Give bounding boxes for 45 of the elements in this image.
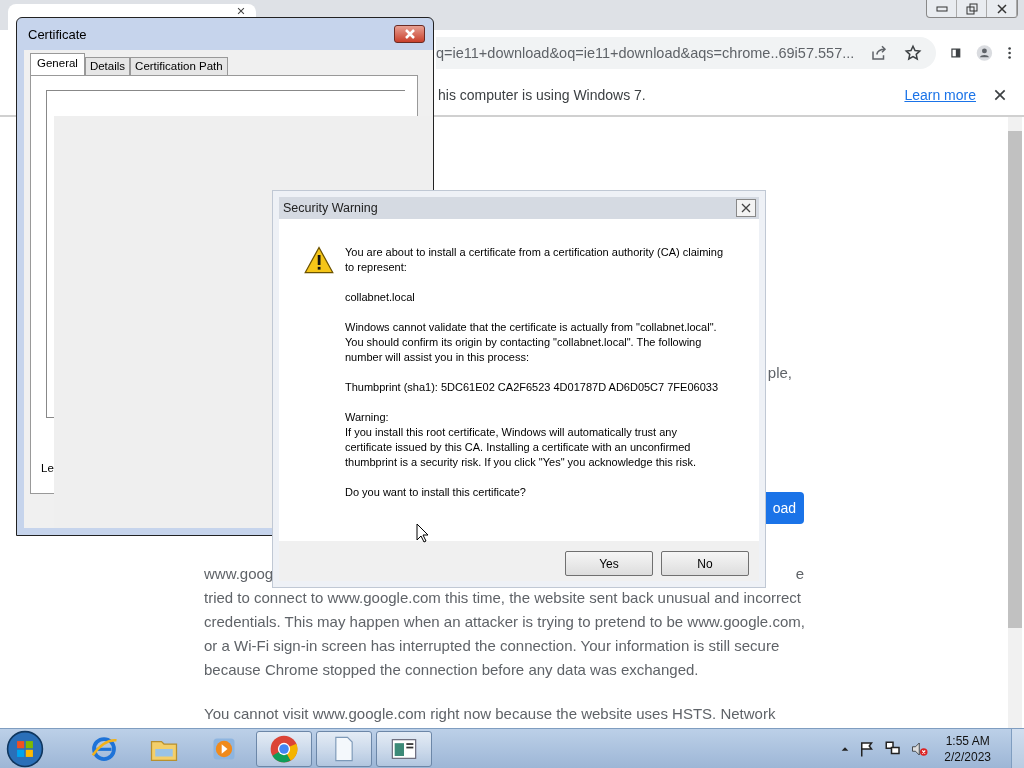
close-button[interactable] <box>394 25 425 43</box>
body-text: because Chrome stopped the connection before any data was exchanged. <box>204 660 700 680</box>
body-text: ple, <box>767 364 792 381</box>
close-icon[interactable] <box>992 87 1008 103</box>
dialog-text: Windows cannot validate that the certificate is actually from "collabnet.local". You should confirm its origin by contacting "collabnet.local". The following number will assist you in this process: <box>345 320 718 365</box>
dialog-text: You are about to install a certificate from a certification authority (CA) claiming to represent: <box>345 245 725 275</box>
clock-date: 2/2/2023 <box>944 748 991 765</box>
panel-text: Le <box>41 462 54 474</box>
window-title: Security Warning <box>283 201 379 215</box>
learn-more-link[interactable]: Learn more <box>904 87 976 103</box>
dialog-tab[interactable]: Details <box>84 57 131 75</box>
taskbar-button[interactable] <box>376 730 432 767</box>
dialog-text: collabnet.local <box>345 290 416 305</box>
share-icon[interactable] <box>870 43 889 62</box>
body-text: e <box>795 564 804 584</box>
close-icon <box>741 203 751 213</box>
dialog-button[interactable]: No <box>661 551 749 576</box>
body-text: You cannot visit www.google.com right now because the website uses HSTS. Network <box>204 704 777 724</box>
clock-time: 1:55 AM <box>945 732 990 749</box>
star-icon[interactable] <box>904 43 923 62</box>
start-orb-icon[interactable] <box>6 729 44 768</box>
warning-icon <box>303 245 335 275</box>
close-button[interactable] <box>736 199 756 217</box>
restore-icon <box>965 2 978 15</box>
warning-heading: Warning: <box>345 410 390 425</box>
body-text: www.goog <box>204 564 274 584</box>
dialog-tab[interactable]: General <box>30 53 85 75</box>
window-title: Certificate <box>28 26 88 42</box>
dialog-text: Do you want to install this certificate? <box>345 485 527 500</box>
dialog-button[interactable]: Yes <box>565 551 653 576</box>
scrollbar[interactable] <box>1008 117 1022 728</box>
body-text: tried to connect to www.google.com this time, the website sent back unusual and incorrect <box>204 588 802 608</box>
infobar-message: his computer is using Windows 7. <box>438 87 647 103</box>
minimize-icon <box>935 5 948 12</box>
body-text: or a Wi-Fi sign-in screen has interrupted the connection. Your information is still secure <box>204 636 781 656</box>
body-text: credentials. This may happen when an attacker is trying to pretend to be www.google.com, <box>204 612 804 632</box>
taskbar-button[interactable] <box>316 730 372 767</box>
dialog-tab[interactable]: Certification Path <box>130 57 228 75</box>
close-icon <box>995 2 1008 15</box>
taskbar-button[interactable] <box>256 730 312 767</box>
address-bar[interactable]: q=ie11+download&oq=ie11+download&aqs=chrome..69i57.557... <box>436 36 937 69</box>
close-icon[interactable] <box>236 6 246 16</box>
dialog-text: Thumbprint (sha1): 5DC61E02 CA2F6523 4D01787D AD6D05C7 7FE06033 <box>345 380 719 395</box>
close-icon <box>403 29 416 39</box>
dialog-text: If you install this root certificate, Windows will automatically trust any certificate issued by this CA. Installing a certificate with an unconfirmed thumbprint is a security risk. If you click "Yes" you acknowledge this risk. <box>345 425 697 470</box>
